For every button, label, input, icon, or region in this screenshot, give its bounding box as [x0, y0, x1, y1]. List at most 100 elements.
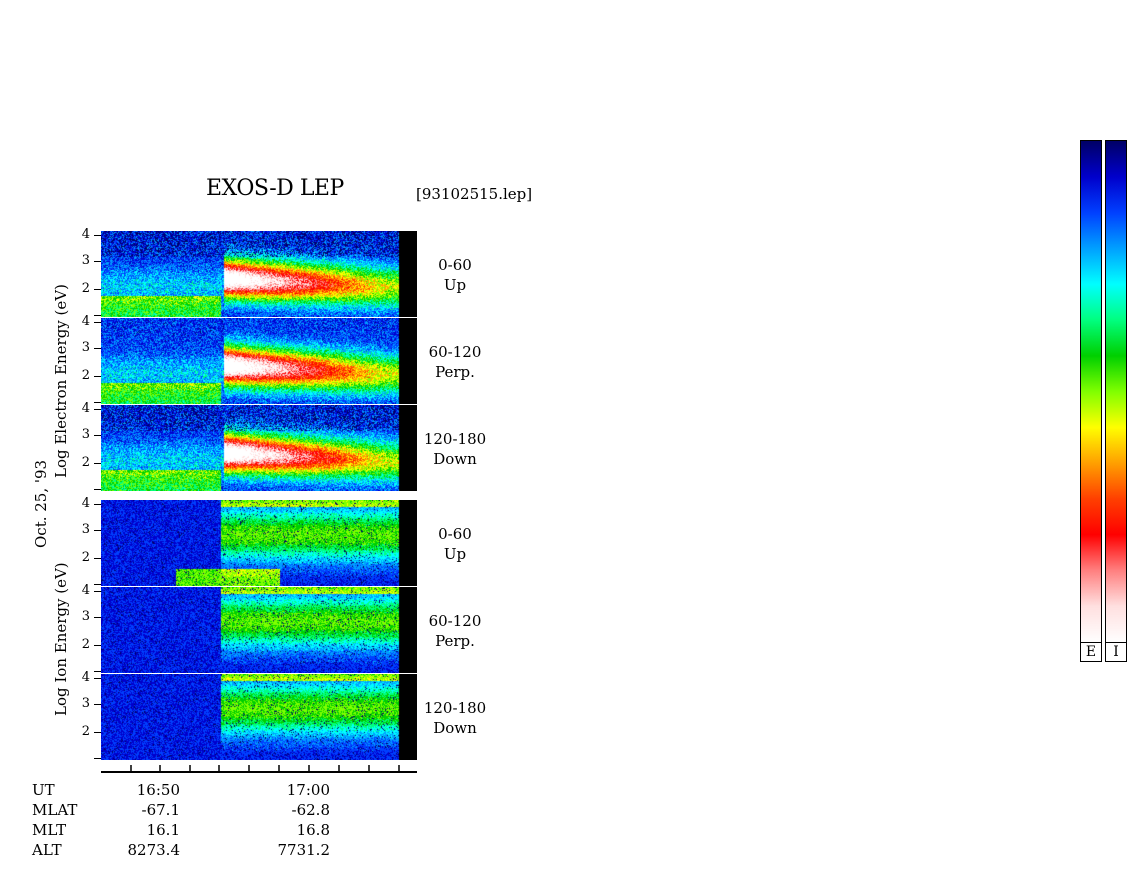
y-tick-mark [94, 758, 101, 759]
spectrogram-panel-4 [101, 500, 417, 586]
file-name: [93102515.lep] [416, 185, 533, 203]
y-tick-mark [94, 261, 101, 263]
y-tick-mark [94, 557, 101, 559]
y-tick-mark [94, 402, 101, 403]
pitch-direction: Perp. [435, 632, 475, 650]
pitch-range: 60-120 [428, 343, 482, 361]
y-tick-label-4-4: 4 [81, 496, 90, 512]
spectrogram-image-6 [101, 674, 417, 760]
ion-colorbar-gradient [1106, 141, 1126, 642]
y-tick-mark [94, 591, 101, 593]
y-tick-mark [94, 462, 101, 464]
ut-label: UT [32, 781, 55, 799]
y-tick-label-5-3: 3 [81, 609, 90, 625]
panel-label-5: 60-120 Perp. [410, 611, 500, 651]
mlt-1700: 16.8 [296, 821, 330, 839]
electron-colorbar-label: E [1081, 642, 1101, 661]
chart-title: EXOS-D LEP [206, 176, 344, 201]
spectrogram-panel-1 [101, 231, 417, 317]
y-tick-label-2-4: 4 [81, 314, 90, 330]
y-tick-mark [94, 315, 101, 316]
spectrogram-image-4 [101, 500, 417, 586]
ion-axis-label: Log Ion Energy (eV) [52, 562, 70, 716]
y-tick-mark [94, 348, 101, 350]
footer-col-1700: 17:00 -62.8 16.8 7731.2 [268, 780, 331, 860]
spectrogram-panel-2 [101, 318, 417, 404]
y-tick-label-1-3: 3 [81, 253, 90, 269]
y-tick-label-1-2: 2 [81, 280, 90, 296]
date-label: Oct. 25, '93 [32, 459, 50, 548]
y-tick-mark [94, 671, 101, 672]
footer-row-labels: UT MLAT MLT ALT [32, 780, 77, 860]
spectrogram-image-5 [101, 587, 417, 673]
y-tick-mark [94, 530, 101, 532]
mlat-label: MLAT [32, 801, 78, 819]
panel-label-6: 120-180 Down [410, 698, 500, 738]
y-tick-label-3-3: 3 [81, 427, 90, 443]
y-tick-mark [94, 617, 101, 619]
alt-1650: 8273.4 [127, 841, 181, 859]
panel-label-2: 60-120 Perp. [410, 342, 500, 382]
pitch-direction: Up [443, 276, 467, 294]
y-tick-mark [94, 409, 101, 411]
y-tick-mark [94, 584, 101, 585]
pitch-direction: Down [433, 719, 477, 737]
alt-1700: 7731.2 [277, 841, 331, 859]
y-tick-mark [94, 644, 101, 646]
pitch-range: 0-60 [438, 256, 472, 274]
pitch-range: 120-180 [423, 699, 487, 717]
panel-label-3: 120-180 Down [410, 429, 500, 469]
y-tick-mark [94, 504, 101, 506]
y-tick-label-5-2: 2 [81, 636, 90, 652]
pitch-direction: Perp. [435, 363, 475, 381]
electron-colorbar-gradient [1081, 141, 1101, 642]
footer-col-1650: 16:50 -67.1 16.1 8273.4 [120, 780, 181, 860]
mlt-label: MLT [32, 821, 67, 839]
pitch-range: 60-120 [428, 612, 482, 630]
spectrogram-image-3 [101, 405, 417, 491]
panel-label-4: 0-60 Up [410, 524, 500, 564]
y-tick-label-2-3: 3 [81, 340, 90, 356]
y-tick-mark [94, 704, 101, 706]
y-tick-label-4-3: 3 [81, 522, 90, 538]
ion-colorbar-label: I [1106, 642, 1126, 661]
time-axis [101, 765, 417, 773]
spectrogram-image-2 [101, 318, 417, 404]
y-tick-mark [94, 375, 101, 377]
y-tick-label-6-4: 4 [81, 670, 90, 686]
y-tick-mark [94, 235, 101, 237]
mlt-1650: 16.1 [146, 821, 180, 839]
y-tick-label-3-2: 2 [81, 454, 90, 470]
pitch-range: 120-180 [423, 430, 487, 448]
y-tick-label-4-2: 2 [81, 549, 90, 565]
y-tick-mark [94, 288, 101, 290]
y-tick-mark [94, 435, 101, 437]
spectrogram-panel-5 [101, 587, 417, 673]
y-tick-mark [94, 678, 101, 680]
pitch-range: 0-60 [438, 525, 472, 543]
electron-colorbar: E [1080, 140, 1102, 662]
spectrogram-panel-6 [101, 674, 417, 760]
ut-1700: 17:00 [286, 781, 330, 799]
mlat-1700: -62.8 [291, 801, 330, 819]
time-axis-ticks [130, 765, 400, 772]
y-tick-mark [94, 489, 101, 490]
y-tick-label-6-2: 2 [81, 723, 90, 739]
y-tick-mark [94, 322, 101, 324]
pitch-direction: Up [443, 545, 467, 563]
pitch-direction: Down [433, 450, 477, 468]
y-tick-mark [94, 731, 101, 733]
y-tick-label-2-2: 2 [81, 367, 90, 383]
spectrogram-image-1 [101, 231, 417, 317]
electron-axis-label: Log Electron Energy (eV) [52, 284, 70, 478]
spectrogram-panel-3 [101, 405, 417, 491]
ut-1650: 16:50 [136, 781, 180, 799]
alt-label: ALT [32, 841, 62, 859]
y-tick-label-1-4: 4 [81, 227, 90, 243]
y-tick-label-5-4: 4 [81, 583, 90, 599]
panel-label-1: 0-60 Up [410, 255, 500, 295]
mlat-1650: -67.1 [141, 801, 180, 819]
y-tick-label-6-3: 3 [81, 696, 90, 712]
y-tick-label-3-4: 4 [81, 401, 90, 417]
ion-colorbar: I [1105, 140, 1127, 662]
